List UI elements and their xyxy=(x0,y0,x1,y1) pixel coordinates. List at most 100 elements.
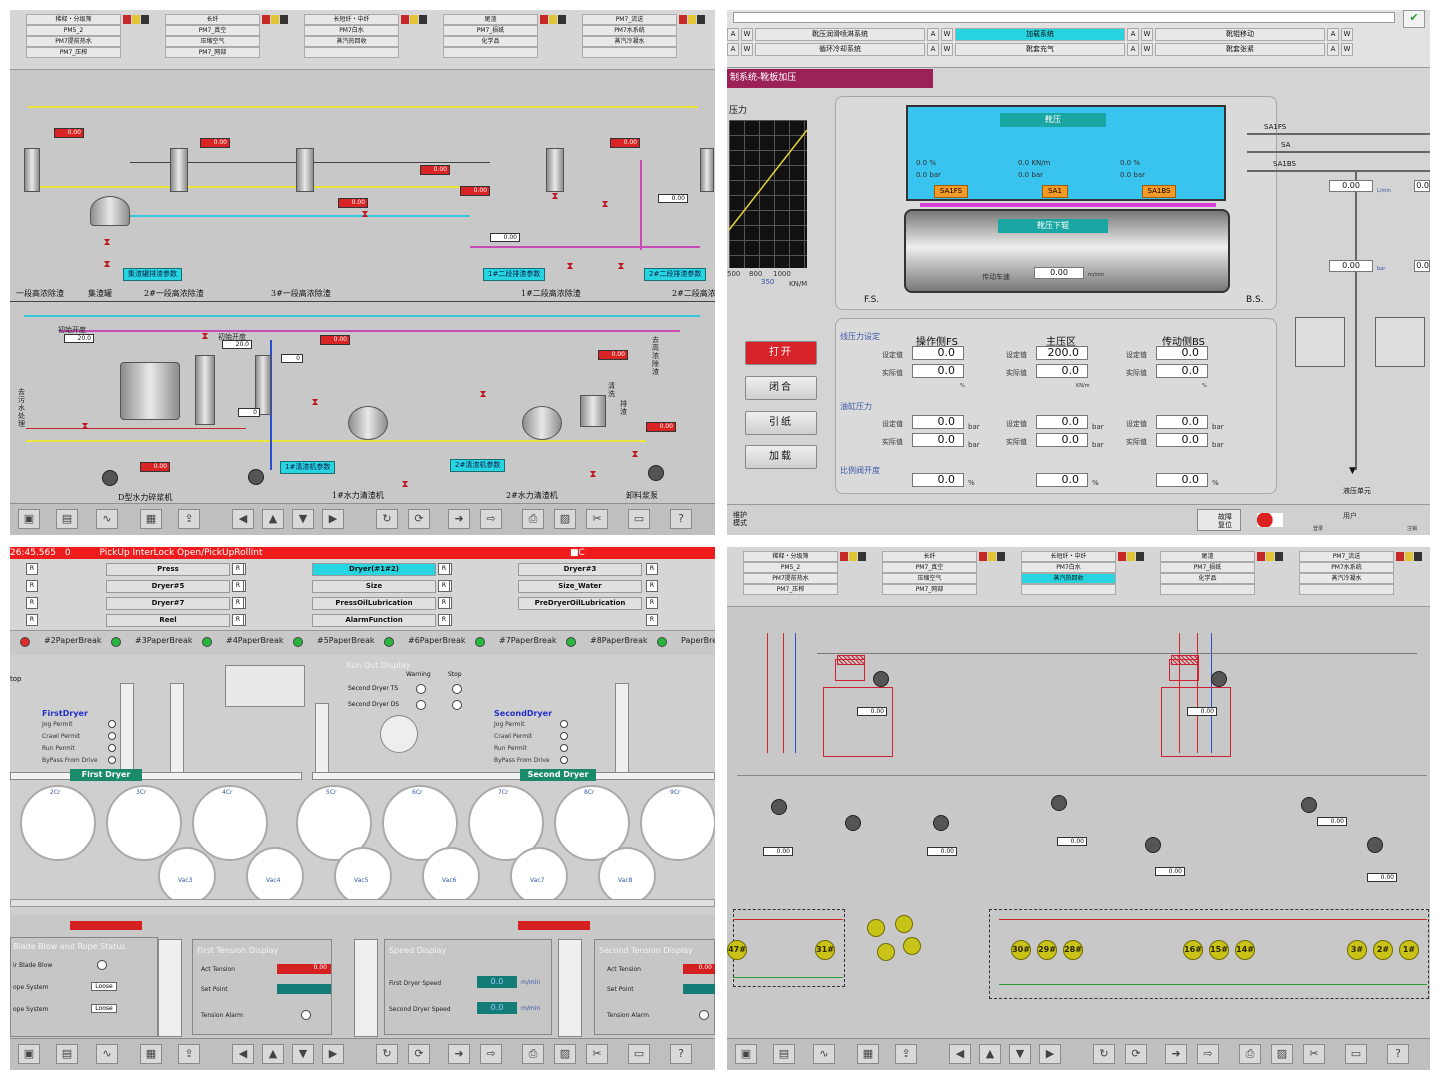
nav-item[interactable]: AlarmFunction xyxy=(312,614,436,627)
nav-item[interactable]: 蒸汽冷凝水 xyxy=(1299,573,1394,584)
dryer-group-indicator[interactable]: 3# xyxy=(1347,940,1367,960)
control-valve[interactable] xyxy=(1367,837,1383,853)
cleaner-tank[interactable] xyxy=(24,148,40,192)
nav-item[interactable]: PM7_损纸 xyxy=(1160,562,1255,573)
nav-item[interactable]: PM5_2 xyxy=(26,25,121,36)
reset-box[interactable]: R xyxy=(232,614,244,626)
valve-icon[interactable]: ⧗ xyxy=(588,470,598,480)
cleaner-tank[interactable] xyxy=(255,355,271,415)
collector-discharge-params-button[interactable]: 集渣罐排渣参数 xyxy=(123,268,182,281)
felt-roll[interactable] xyxy=(380,715,418,753)
report-icon[interactable]: ▤ xyxy=(56,1044,78,1064)
separator-tank[interactable] xyxy=(823,687,893,757)
close-button[interactable]: 闭合 xyxy=(745,376,817,400)
load-button[interactable]: 加载 xyxy=(745,445,817,469)
reload-icon[interactable]: ⟳ xyxy=(408,509,430,529)
tool-icon[interactable]: ✂ xyxy=(1303,1044,1325,1064)
display-icon[interactable]: ▭ xyxy=(628,509,650,529)
nav-item[interactable]: 尾渣 xyxy=(443,14,538,25)
ack-icon[interactable]: ✔ xyxy=(1403,10,1425,28)
right-icon[interactable]: ▶ xyxy=(1039,1044,1061,1064)
bs-oil-setpoint-input[interactable]: 0.0 xyxy=(1156,415,1208,429)
cleaner-tank[interactable] xyxy=(546,148,564,192)
reset-box[interactable]: R xyxy=(646,580,658,592)
mode-toggle[interactable]: A xyxy=(727,43,739,56)
display-icon[interactable]: ▭ xyxy=(1345,1044,1367,1064)
cleaner-tank[interactable] xyxy=(296,148,314,192)
nav-item[interactable]: Size_Water xyxy=(518,580,642,593)
vacuum-roll[interactable] xyxy=(598,847,656,905)
hydraulic-valve-block[interactable] xyxy=(1295,317,1345,367)
valve-icon[interactable]: ⧗ xyxy=(565,262,575,272)
mode-toggle[interactable]: A xyxy=(1327,43,1339,56)
folder-icon[interactable]: ▣ xyxy=(18,1044,40,1064)
list-icon[interactable]: ▦ xyxy=(857,1044,879,1064)
nav-item[interactable]: 化学品 xyxy=(1160,573,1255,584)
nav-item[interactable]: 加载系统 xyxy=(955,28,1125,41)
dryer-group-indicator[interactable]: 30# xyxy=(1011,940,1031,960)
control-valve[interactable] xyxy=(1051,795,1067,811)
dryer-cylinder[interactable] xyxy=(20,785,96,861)
save-icon[interactable]: ▨ xyxy=(1271,1044,1293,1064)
threading-button[interactable]: 引纸 xyxy=(745,411,817,435)
trend-icon[interactable]: ∿ xyxy=(96,1044,118,1064)
mode-toggle[interactable]: W xyxy=(941,43,953,56)
cleaner2-discharge-params-button[interactable]: 2#二段排渣参数 xyxy=(644,268,707,281)
nav-item[interactable]: PM7白水 xyxy=(304,25,399,36)
reset-box[interactable]: R xyxy=(232,580,244,592)
valve-icon[interactable]: ⧗ xyxy=(310,398,320,408)
left-icon[interactable]: ◀ xyxy=(232,509,254,529)
folder-icon[interactable]: ▣ xyxy=(18,509,40,529)
collector-tank[interactable] xyxy=(90,196,130,226)
forward-icon[interactable]: ⇨ xyxy=(480,509,502,529)
mode-toggle[interactable]: A xyxy=(1327,28,1339,41)
cleaner1-discharge-params-button[interactable]: 1#二段排渣参数 xyxy=(483,268,546,281)
valve-icon[interactable]: ⧗ xyxy=(80,422,90,432)
control-valve[interactable] xyxy=(1301,797,1317,813)
mode-toggle[interactable]: W xyxy=(741,43,753,56)
nav-item[interactable]: PM7提前热水 xyxy=(743,573,838,584)
dryer-cylinder[interactable] xyxy=(106,785,182,861)
reset-box[interactable]: R xyxy=(438,563,450,575)
bs-setpoint-input[interactable]: 0.0 xyxy=(1156,346,1208,360)
nav-item[interactable]: PM7提前热水 xyxy=(26,36,121,47)
logout-label[interactable]: 注销 xyxy=(1407,525,1417,532)
mode-toggle[interactable]: A xyxy=(1127,28,1139,41)
control-valve[interactable] xyxy=(933,815,949,831)
hydraulic-valve-block[interactable] xyxy=(1375,317,1425,367)
nav-item[interactable]: 蒸汽冷凝水 xyxy=(582,36,677,47)
pump-icon[interactable] xyxy=(102,470,118,486)
down-icon[interactable]: ▼ xyxy=(292,1044,314,1064)
dryer-cylinder[interactable] xyxy=(192,785,268,861)
vacuum-roll[interactable] xyxy=(422,847,480,905)
reset-box[interactable]: R xyxy=(438,580,450,592)
nav-item[interactable]: PM7_流送 xyxy=(582,14,677,25)
nav-item[interactable]: PM7_网部 xyxy=(882,584,977,595)
reset-box[interactable]: R xyxy=(26,563,38,575)
nav-item[interactable]: PM7水系统 xyxy=(1299,562,1394,573)
cleaner-tank[interactable] xyxy=(195,355,215,425)
pump-icon[interactable] xyxy=(648,465,664,481)
cleaner-tank[interactable] xyxy=(170,148,188,192)
nav-item[interactable]: Dryer#5 xyxy=(106,580,230,593)
print-icon[interactable]: ⎙ xyxy=(522,1044,544,1064)
tool-icon[interactable]: ✂ xyxy=(586,509,608,529)
nav-item[interactable]: PressOilLubrication xyxy=(312,597,436,610)
nav-item[interactable]: 压缩空气 xyxy=(165,36,260,47)
nav-item[interactable]: 稀释・分级筛 xyxy=(743,551,838,562)
dryer-group-indicator[interactable]: 47# xyxy=(727,940,747,960)
nav-item[interactable]: PM7白水 xyxy=(1021,562,1116,573)
nav-item[interactable]: 循环冷却系统 xyxy=(755,43,925,56)
reset-box[interactable]: R xyxy=(26,614,38,626)
save-icon[interactable]: ▨ xyxy=(554,1044,576,1064)
control-valve[interactable] xyxy=(845,815,861,831)
dryer-group-indicator[interactable]: 2# xyxy=(1373,940,1393,960)
junk-cleaner[interactable] xyxy=(348,406,388,440)
nav-item[interactable]: Dryer#7 xyxy=(106,597,230,610)
export-icon[interactable]: ⇪ xyxy=(178,1044,200,1064)
dryer-group-indicator[interactable]: 29# xyxy=(1037,940,1057,960)
control-valve[interactable] xyxy=(771,799,787,815)
help-icon[interactable]: ? xyxy=(670,509,692,529)
left-icon[interactable]: ◀ xyxy=(232,1044,254,1064)
control-valve[interactable] xyxy=(873,671,889,687)
